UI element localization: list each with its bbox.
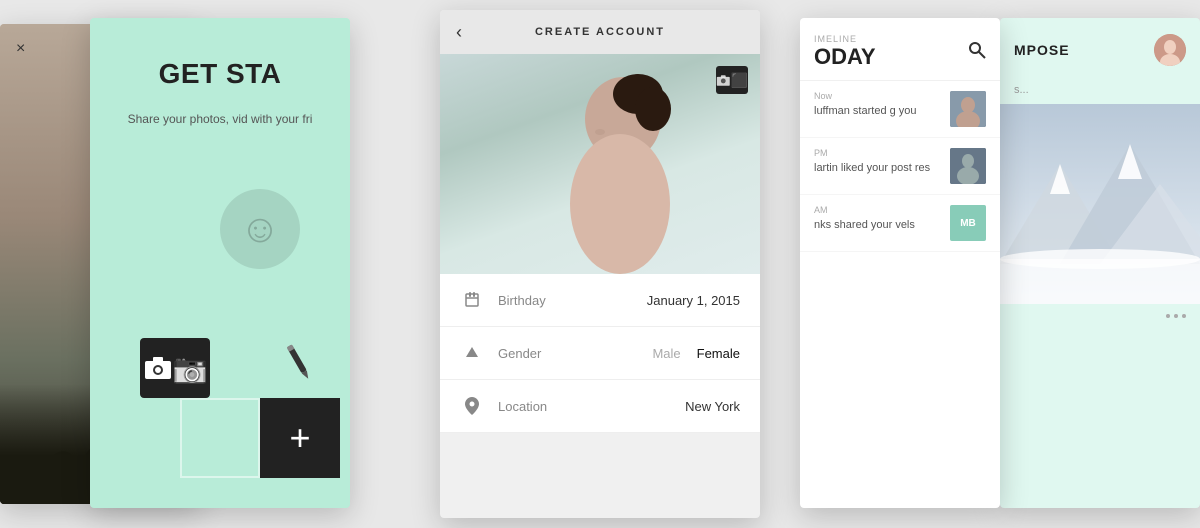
- timeline-name: luffman started g you: [814, 105, 917, 117]
- timeline-item-content: AM nks shared your vels: [814, 205, 942, 233]
- gender-icon: [460, 341, 484, 365]
- gender-field-row[interactable]: Gender Male Female: [440, 327, 760, 380]
- compose-image-area: [1000, 104, 1200, 304]
- dot-2: [1174, 314, 1178, 318]
- avatar-svg-2: [950, 148, 986, 184]
- birthday-value: January 1, 2015: [578, 293, 740, 308]
- timeline-time: AM: [814, 205, 942, 215]
- timeline-text: luffman started g you: [814, 104, 942, 119]
- timeline-text: nks shared your vels: [814, 218, 942, 233]
- gender-svg-icon: [464, 345, 480, 361]
- camera-button-icon: [716, 73, 731, 88]
- mountain-svg: [1000, 104, 1200, 304]
- timeline-time: Now: [814, 91, 942, 101]
- woman-figure: [528, 64, 708, 274]
- gender-female-option[interactable]: Female: [697, 346, 740, 361]
- location-value: New York: [578, 399, 740, 414]
- gender-label: Gender: [498, 346, 578, 361]
- search-icon[interactable]: [968, 41, 986, 64]
- location-field-row[interactable]: Location New York: [440, 380, 760, 433]
- smiley-icon: [220, 189, 300, 269]
- location-svg-icon: [465, 397, 479, 415]
- timeline-item-content: PM lartin liked your post res: [814, 148, 942, 176]
- compose-user-avatar: [1154, 34, 1186, 66]
- form-fields: Birthday January 1, 2015 Gender Male Fem…: [440, 274, 760, 433]
- timeline-time: PM: [814, 148, 942, 158]
- timeline-name: nks shared your vels: [814, 219, 915, 231]
- add-icon-block: [260, 398, 340, 478]
- compose-action-dots[interactable]: [1000, 304, 1200, 328]
- dot-3: [1182, 314, 1186, 318]
- timeline-label: IMELINE: [814, 34, 876, 44]
- close-button[interactable]: ×: [16, 40, 25, 58]
- birthday-field-row[interactable]: Birthday January 1, 2015: [440, 274, 760, 327]
- get-started-title: GET STA: [159, 58, 282, 90]
- dot-1: [1166, 314, 1170, 318]
- birthday-icon: [460, 288, 484, 312]
- timeline-item: PM lartin liked your post res: [800, 138, 1000, 195]
- timeline-day: ODAY: [814, 44, 876, 70]
- screen-container: × GET STA Share your photos, vid with yo…: [0, 0, 1200, 528]
- pencil-icon: [280, 339, 321, 390]
- profile-photo-area: [440, 54, 760, 274]
- timeline-avatar: [950, 91, 986, 127]
- location-icon: [460, 394, 484, 418]
- timeline-avatar-mb: MB: [950, 205, 986, 241]
- woman-photo: [440, 54, 760, 274]
- gender-male-option[interactable]: Male: [652, 346, 680, 361]
- timeline-item: Now luffman started g you: [800, 81, 1000, 138]
- timeline-item-content: Now luffman started g you: [814, 91, 942, 119]
- camera-icon-block: [140, 338, 210, 398]
- compose-input-placeholder[interactable]: s...: [1000, 76, 1200, 104]
- birthday-svg-icon: [464, 292, 480, 308]
- card-get-started: GET STA Share your photos, vid with your…: [90, 18, 350, 508]
- avatar-image: [950, 91, 986, 127]
- gender-options: Male Female: [578, 346, 740, 361]
- avatar-svg: [950, 91, 986, 127]
- timeline-title-group: IMELINE ODAY: [814, 34, 876, 70]
- compose-avatar-svg: [1154, 34, 1186, 66]
- avatar-image: [950, 148, 986, 184]
- pencil-svg-icon: [280, 339, 317, 384]
- timeline-avatar: [950, 148, 986, 184]
- create-account-header: ‹ CREATE ACCOUNT: [440, 10, 760, 54]
- timeline-header: IMELINE ODAY: [800, 18, 1000, 81]
- search-svg-icon: [968, 41, 986, 59]
- card-compose: MPOSE s...: [1000, 18, 1200, 508]
- woman-silhouette-svg: [528, 64, 708, 274]
- compose-header: MPOSE: [1000, 18, 1200, 76]
- mint-decorative-block: [180, 398, 260, 478]
- location-label: Location: [498, 399, 578, 414]
- timeline-text: lartin liked your post res: [814, 161, 942, 176]
- icons-area: [120, 169, 320, 478]
- get-started-subtitle: Share your photos, vid with your fri: [128, 110, 313, 129]
- compose-title: MPOSE: [1014, 42, 1070, 58]
- birthday-label: Birthday: [498, 293, 578, 308]
- back-button[interactable]: ‹: [456, 22, 462, 43]
- create-account-title: CREATE ACCOUNT: [535, 26, 665, 38]
- card-create-account: ‹ CREATE ACCOUNT: [440, 10, 760, 518]
- photo-camera-button[interactable]: [716, 66, 748, 94]
- card-timeline: IMELINE ODAY Now luffman started g you: [800, 18, 1000, 508]
- timeline-item: AM nks shared your vels MB: [800, 195, 1000, 252]
- timeline-name: lartin liked your post res: [814, 162, 930, 174]
- camera-svg-icon: [143, 355, 173, 381]
